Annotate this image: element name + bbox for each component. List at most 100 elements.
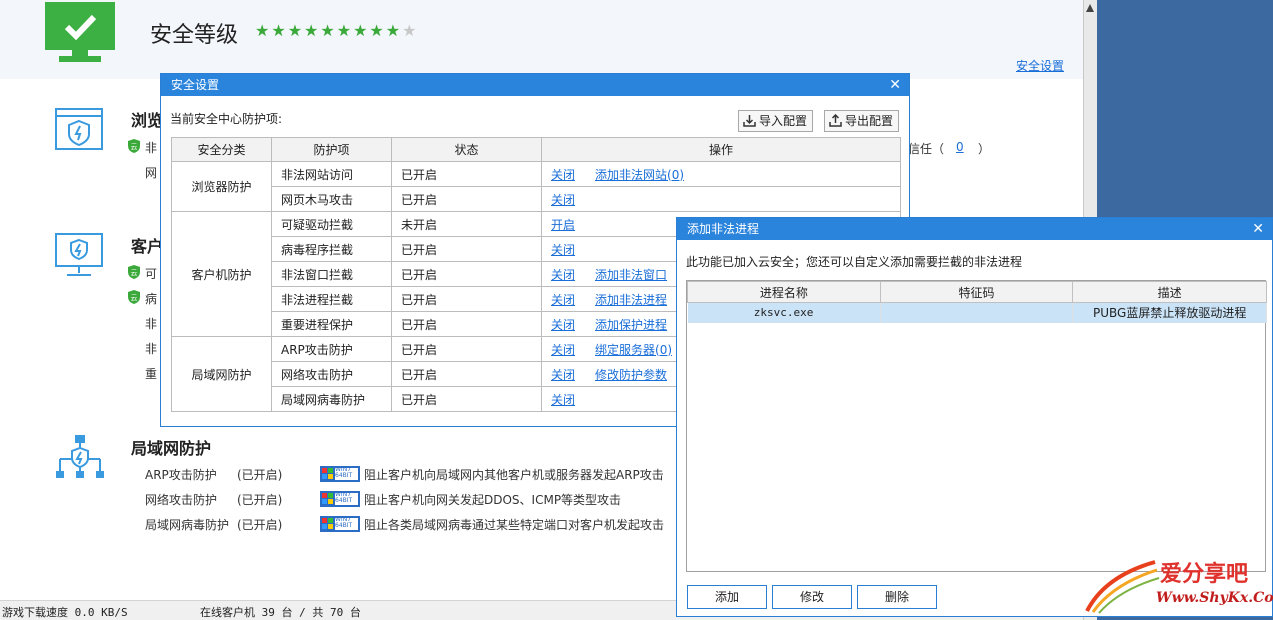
extra-action-link[interactable]: 修改防护参数 [595,368,667,382]
category-cell: 浏览器防护 [171,161,272,212]
protection-item-cell: ARP攻击防护 [271,336,392,362]
toggle-protection-link[interactable]: 关闭 [551,243,575,257]
add-button[interactable]: 添加 [687,585,767,609]
category-cell: 客户机防护 [171,211,272,337]
partial-text: 非 [145,342,158,356]
table-row: 网页木马攻击 已开启 关闭 [172,186,901,212]
dialog-titlebar: 添加非法进程 ✕ [677,218,1272,240]
star-icon: ★ [304,21,319,40]
toggle-protection-link[interactable]: 关闭 [551,343,575,357]
close-icon[interactable]: ✕ [1252,218,1264,240]
column-header[interactable]: 进程名称 [687,281,881,303]
protection-item-cell: 局域网病毒防护 [271,386,392,412]
extra-action-link[interactable]: 添加非法窗口 [595,268,667,282]
lan-item-description: 阻止各类局域网病毒通过某些特定端口对客户机发起攻击 [364,518,665,532]
toggle-protection-link[interactable]: 关闭 [551,293,575,307]
watermark-url: Www.ShyKx.Com [1156,590,1273,606]
trust-count-link[interactable]: 0 [956,140,964,154]
toggle-protection-link[interactable]: 开启 [551,218,575,232]
badge-text: WIN7 64BIT [335,516,353,529]
cloud-shield-icon: 云 [128,265,140,279]
star-icon: ★ [385,21,401,40]
partial-text: 非 [145,317,158,331]
table-row: 浏览器防护 非法网站访问 已开启 关闭 添加非法网站(0) [171,161,901,212]
lan-section-heading: 局域网防护 [131,439,212,458]
partial-text: 可 [145,267,158,281]
lan-item-name: ARP攻击防护 [145,468,217,482]
protection-item-cell: 非法窗口拦截 [271,261,392,287]
table-row[interactable]: zksvc.exe PUBG蓝屏禁止释放驱动进程 [687,302,1267,323]
star-icon: ★ [255,21,270,40]
description-cell: PUBG蓝屏禁止释放驱动进程 [1072,302,1267,323]
lan-item-name: 网络攻击防护 [145,493,218,507]
extra-action-link[interactable]: 添加非法网站(0) [595,168,684,182]
badge-text: WIN7 64BIT [335,491,353,504]
action-cell: 关闭 [541,186,901,212]
trust-close: ） [978,142,991,156]
partial-text: 非 [145,141,158,155]
delete-button[interactable]: 删除 [857,585,937,609]
table-header-row: 安全分类 防护项 状态 操作 [171,137,901,162]
lan-item-description: 阻止客户机向局域网内其他客户机或服务器发起ARP攻击 [364,468,664,482]
lan-item-name: 局域网病毒防护 [145,518,230,532]
protection-item-cell: 病毒程序拦截 [271,236,392,262]
status-cell: 已开启 [391,311,542,337]
table-header-row: 进程名称 特征码 描述 [687,281,1267,303]
toggle-protection-link[interactable]: 关闭 [551,168,575,182]
column-header: 安全分类 [171,137,272,162]
star-icon: ★ [353,21,368,40]
lan-item-status: (已开启) [237,493,283,507]
star-icon: ★ [336,21,352,40]
toggle-protection-link[interactable]: 关闭 [551,318,575,332]
toggle-protection-link[interactable]: 关闭 [551,268,575,282]
protection-item-cell: 网页木马攻击 [271,186,392,212]
edit-button[interactable]: 修改 [772,585,852,609]
lan-network-icon [56,435,104,478]
trust-text: 信任（ [908,142,945,156]
security-level-stars: ★ ★ ★ ★ ★ ★ ★ ★ ★ ★ [255,22,416,40]
online-clients: 在线客户机 39 台 / 共 70 台 [200,606,361,619]
dialog-titlebar: 安全设置 ✕ [161,74,909,96]
process-list[interactable]: 进程名称 特征码 描述 zksvc.exe PUBG蓝屏禁止释放驱动进程 [686,280,1267,572]
client-section-heading: 客户 [131,237,164,256]
protection-item-cell: 重要进程保护 [271,311,392,337]
dialog-description: 此功能已加入云安全；您还可以自定义添加需要拦截的非法进程 [686,255,1023,269]
star-icon: ★ [287,21,303,40]
dialog-title: 安全设置 [171,78,220,92]
partial-text: 重 [145,367,158,381]
security-settings-link[interactable]: 安全设置 [1016,57,1064,74]
protection-item-cell: 可疑驱动拦截 [271,211,392,237]
star-icon: ★ [369,21,384,40]
extra-action-link[interactable]: 添加保护进程 [595,318,667,332]
status-cell: 未开启 [391,211,542,237]
column-header[interactable]: 特征码 [879,281,1074,303]
extra-action-link[interactable]: 添加非法进程 [595,293,667,307]
toggle-protection-link[interactable]: 关闭 [551,368,575,382]
export-config-label: 导出配置 [845,114,894,128]
status-cell: 已开启 [391,336,542,362]
toggle-protection-link[interactable]: 关闭 [551,193,575,207]
export-config-button[interactable]: 导出配置 [824,110,900,132]
export-icon [829,114,842,127]
action-cell: 关闭 添加非法网站(0) [541,161,901,187]
watermark-title: 爱分享吧 [1160,562,1249,587]
import-config-button[interactable]: 导入配置 [738,110,814,132]
security-monitor-icon [45,2,115,62]
column-header: 操作 [541,137,901,162]
protection-items-label: 当前安全中心防护项: [170,112,283,126]
process-table: 进程名称 特征码 描述 zksvc.exe PUBG蓝屏禁止释放驱动进程 [687,281,1267,323]
toggle-protection-link[interactable]: 关闭 [551,393,575,407]
lan-item-description: 阻止客户机向网关发起DDOS、ICMP等类型攻击 [364,493,622,507]
star-icon: ★ [402,21,417,40]
dialog-title: 添加非法进程 [687,222,760,236]
column-header: 防护项 [271,137,392,162]
status-cell: 已开启 [391,386,542,412]
close-icon[interactable]: ✕ [889,74,901,96]
column-header: 状态 [391,137,542,162]
import-icon [743,115,756,127]
browser-section-heading: 浏览 [131,111,164,130]
badge-text: WIN7 64BIT [335,466,353,479]
download-speed: 游戏下载速度 0.0 KB/S [2,606,128,619]
extra-action-link[interactable]: 绑定服务器(0) [595,343,672,357]
column-header[interactable]: 描述 [1072,281,1267,303]
